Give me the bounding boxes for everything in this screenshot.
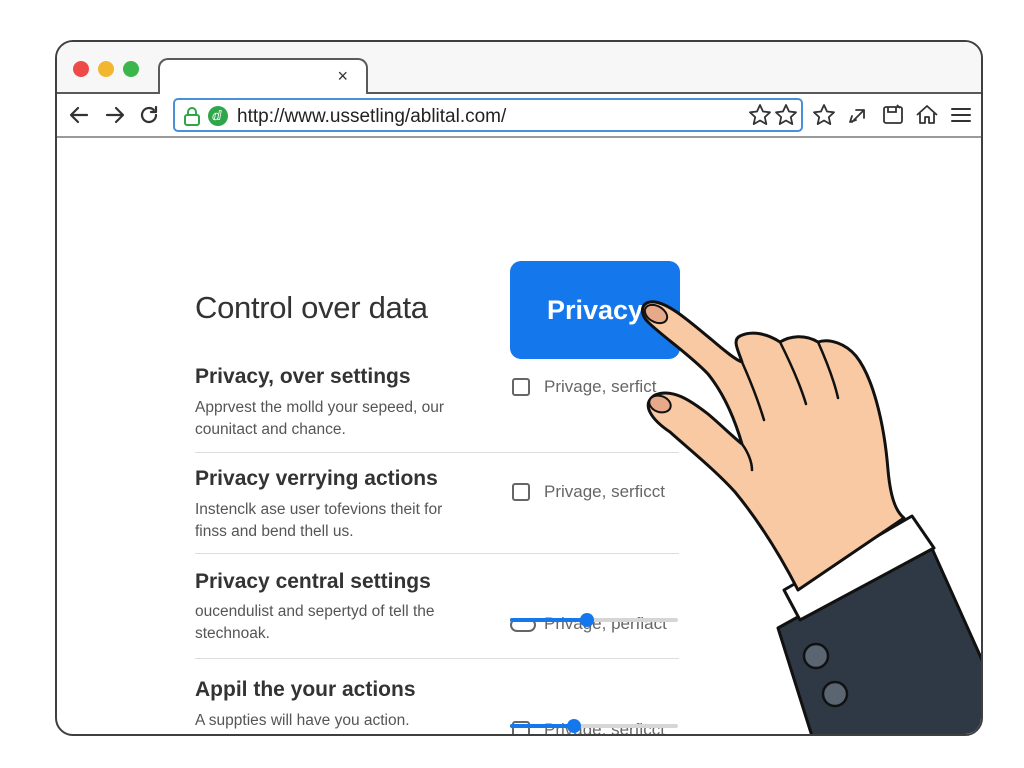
divider — [195, 553, 679, 554]
privacy-button[interactable]: Privacy — [510, 261, 680, 359]
setting-title: Privacy verrying actions — [195, 467, 438, 490]
divider — [195, 452, 679, 453]
back-arrow-icon — [69, 106, 89, 124]
setting-title: Privacy, over settings — [195, 365, 411, 388]
title-bar: × — [57, 42, 981, 94]
menu-icon[interactable] — [948, 102, 974, 128]
close-window-button[interactable] — [73, 61, 89, 77]
secure-badge-icon: ⅆ — [208, 106, 228, 126]
checkbox[interactable] — [512, 483, 530, 501]
slider[interactable] — [510, 719, 678, 733]
maximize-window-button[interactable] — [123, 61, 139, 77]
browser-window: × ⅆ http://www.ussetling/ablital.com/ Co… — [55, 40, 983, 736]
tab-close-icon[interactable]: × — [337, 66, 348, 86]
slider-handle[interactable] — [566, 719, 581, 733]
setting-description: Apprvest the molld your sepeed, our coun… — [195, 399, 444, 438]
home-icon[interactable] — [914, 102, 940, 128]
save-page-icon[interactable] — [880, 102, 906, 128]
setting-title: Appil the your actions — [195, 678, 416, 701]
browser-tab[interactable]: × — [158, 58, 368, 94]
slider[interactable] — [510, 613, 678, 627]
url-text[interactable]: http://www.ussetling/ablital.com/ — [237, 106, 506, 128]
slider-fill — [510, 618, 588, 622]
option-label: Privage, serfict — [544, 377, 657, 396]
address-bar[interactable]: ⅆ http://www.ussetling/ablital.com/ — [173, 98, 803, 132]
option-label: Privage, serficct — [544, 482, 665, 501]
minimize-window-button[interactable] — [98, 61, 114, 77]
favorite-star-icon[interactable] — [773, 102, 799, 128]
setting-description: oucendulist and sepertyd of tell the ste… — [195, 603, 435, 642]
bookmarks-star-icon[interactable] — [811, 102, 837, 128]
setting-description: Instenclk ase user tofevions theit for f… — [195, 501, 443, 540]
option-label: Privage, serficct — [544, 720, 665, 736]
browser-toolbar: ⅆ http://www.ussetling/ablital.com/ — [57, 92, 981, 138]
lock-icon — [184, 107, 200, 126]
slider-fill — [510, 724, 574, 728]
forward-arrow-icon — [105, 106, 125, 124]
back-button[interactable] — [67, 103, 91, 127]
setting-title: Privacy central settings — [195, 570, 431, 593]
forward-button[interactable] — [103, 103, 127, 127]
page-content: Control over data Privacy Privacy, over … — [57, 138, 981, 736]
reload-icon — [140, 105, 158, 124]
bookmark-star-icon[interactable] — [747, 102, 773, 128]
page-title: Control over data — [195, 290, 428, 325]
divider — [195, 658, 679, 659]
checkbox[interactable] — [512, 378, 530, 396]
reload-button[interactable] — [137, 103, 161, 127]
option-label: Privage, perfiact — [544, 614, 667, 633]
share-icon[interactable] — [846, 102, 872, 128]
setting-description: A suppties will have you action. — [195, 712, 410, 729]
